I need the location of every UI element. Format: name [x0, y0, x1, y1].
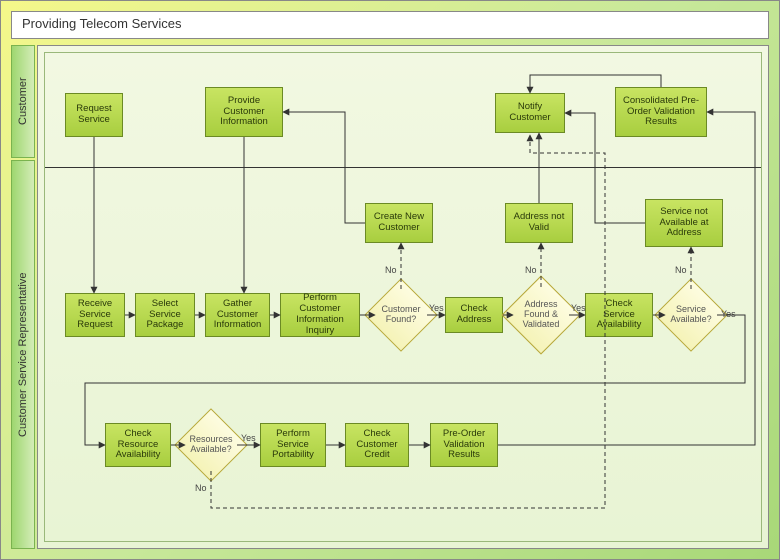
lane-labels: Customer Customer Service Representative [11, 45, 35, 549]
node-perform-portability: Perform Service Portability [260, 423, 326, 467]
page-title: Providing Telecom Services [11, 11, 769, 39]
label-no-1: No [385, 265, 397, 275]
node-check-resource: Check Resource Availability [105, 423, 171, 467]
label-yes-4: Yes [241, 433, 256, 443]
label-no-3: No [675, 265, 687, 275]
node-resources-available: Resources Available? [185, 419, 237, 471]
node-receive-request: Receive Service Request [65, 293, 125, 337]
lane-customer: Customer [11, 45, 35, 158]
node-notify-customer: Notify Customer [495, 93, 565, 133]
label-yes-1: Yes [429, 303, 444, 313]
diagram-canvas: Providing Telecom Services Customer Cust… [0, 0, 780, 560]
label-yes-2: Yes [571, 303, 586, 313]
lane-csr: Customer Service Representative [11, 160, 35, 549]
node-gather-info: Gather Customer Information [205, 293, 270, 337]
node-check-credit: Check Customer Credit [345, 423, 409, 467]
node-check-address: Check Address [445, 297, 503, 333]
node-select-package: Select Service Package [135, 293, 195, 337]
label-no-2: No [525, 265, 537, 275]
node-customer-found: Customer Found? [375, 289, 427, 341]
node-perform-inquiry: Perform Customer Information Inquiry [280, 293, 360, 337]
node-address-not-valid: Address not Valid [505, 203, 573, 243]
node-preorder-results: Pre-Order Validation Results [430, 423, 498, 467]
node-service-not-avail: Service not Available at Address [645, 199, 723, 247]
node-create-new: Create New Customer [365, 203, 433, 243]
node-address-found: Address Found & Validated [513, 287, 569, 343]
node-service-available: Service Available? [665, 289, 717, 341]
lane-divider [45, 167, 761, 168]
label-yes-3: Yes [721, 309, 736, 319]
node-check-service: Check Service Availability [585, 293, 653, 337]
pool-inner: Request Service Provide Customer Informa… [44, 52, 762, 542]
node-provide-info: Provide Customer Information [205, 87, 283, 137]
node-consolidated: Consolidated Pre-Order Validation Result… [615, 87, 707, 137]
pool: Request Service Provide Customer Informa… [37, 45, 769, 549]
label-no-4: No [195, 483, 207, 493]
node-request-service: Request Service [65, 93, 123, 137]
